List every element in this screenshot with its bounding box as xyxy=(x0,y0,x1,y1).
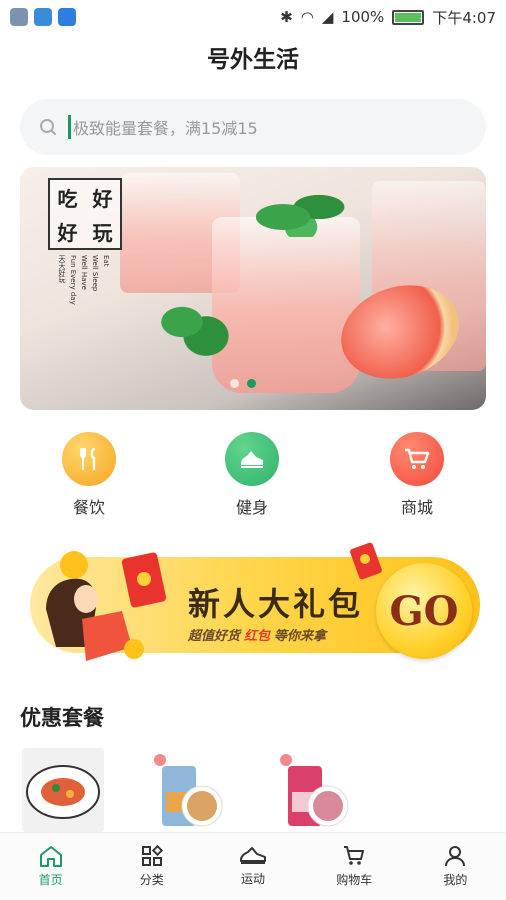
tab-home[interactable]: 首页 xyxy=(0,833,101,900)
banner-tag-subtext: Eat Well Sleep Well Have Fun Every day 天… xyxy=(56,255,111,305)
promo-banner-carousel[interactable]: 吃 好 好 玩 Eat Well Sleep Well Have Fun Eve… xyxy=(20,167,486,410)
clock: 下午4:07 xyxy=(432,8,496,27)
battery-percent: 100% xyxy=(341,8,385,26)
page-title: 号外生活 xyxy=(207,47,299,73)
promo-sub-highlight: 红包 xyxy=(244,629,271,644)
promo-sub-text: 等你来拿 xyxy=(274,629,327,644)
battery-icon xyxy=(392,9,425,25)
wifi-icon: ◠ xyxy=(300,8,314,26)
search-icon xyxy=(40,119,56,135)
tab-category[interactable]: 分类 xyxy=(101,833,202,900)
status-bar: ✱ ◠ ◢ 100% 下午4:07 xyxy=(0,0,506,34)
banner-sub-line: 天天好玩 xyxy=(58,255,66,283)
banner-sub-line: Well Sleep xyxy=(91,255,99,292)
bottom-tab-bar: 首页 分类 运动 购物车 我的 xyxy=(0,832,506,900)
banner-tag-char: 好 xyxy=(57,220,78,245)
sneaker-icon xyxy=(225,432,279,486)
category-label: 健身 xyxy=(235,498,268,517)
category-mall[interactable]: 商城 xyxy=(362,432,472,518)
category-dining[interactable]: 餐饮 xyxy=(34,432,144,518)
bluetooth-icon: ✱ xyxy=(280,8,293,26)
signal-icon: ◢ xyxy=(321,8,334,26)
search-input[interactable]: 极致能量套餐，满15减15 xyxy=(73,115,258,139)
tab-label: 购物车 xyxy=(336,873,373,887)
sneaker-icon xyxy=(240,847,266,864)
tab-cart[interactable]: 购物车 xyxy=(304,833,405,900)
mint-leaves xyxy=(150,287,230,357)
tab-label: 分类 xyxy=(139,873,164,887)
category-label: 商城 xyxy=(400,498,433,517)
mint-leaves xyxy=(256,187,346,237)
cart-icon xyxy=(390,432,444,486)
promo-sub-text: 超值好货 xyxy=(188,629,241,644)
snack-bag-image xyxy=(154,754,223,827)
tab-label: 我的 xyxy=(443,873,468,887)
app-notification-icon xyxy=(34,8,52,26)
home-icon xyxy=(39,846,62,867)
promo-subtitle: 超值好货 红包 等你来拿 xyxy=(188,625,326,644)
tab-profile[interactable]: 我的 xyxy=(405,833,506,900)
banner-sub-line: Well Have xyxy=(80,255,88,290)
category-fitness[interactable]: 健身 xyxy=(197,432,307,518)
banner-sub-line: Fun Every day xyxy=(69,255,77,305)
notification-icons xyxy=(10,8,76,26)
banner-tag-char: 好 xyxy=(92,186,113,211)
app-notification-icon xyxy=(10,8,28,26)
lady-with-red-envelope-illustration xyxy=(46,551,167,661)
section-title: 优惠套餐 xyxy=(20,706,104,730)
fork-knife-icon xyxy=(62,432,116,486)
banner-tag-box: 吃 好 好 玩 xyxy=(48,178,122,250)
banner-sub-line: Eat xyxy=(102,255,110,267)
pasta-plate-image xyxy=(26,765,100,819)
product-card[interactable] xyxy=(22,748,104,832)
carousel-dot-active[interactable] xyxy=(247,379,256,388)
banner-tag-char: 吃 xyxy=(57,186,78,211)
banner-tag-char: 玩 xyxy=(92,220,113,245)
category-icon xyxy=(141,845,163,866)
go-label: GO xyxy=(389,587,459,635)
text-cursor xyxy=(68,115,71,139)
banner-drink-glass xyxy=(212,217,360,393)
product-card[interactable] xyxy=(276,748,358,832)
category-label: 餐饮 xyxy=(72,498,105,517)
snack-bag-image xyxy=(280,754,349,827)
product-card[interactable] xyxy=(150,748,232,832)
carousel-indicator[interactable] xyxy=(230,379,256,388)
tab-label: 运动 xyxy=(241,872,266,886)
carousel-dot[interactable] xyxy=(230,379,239,388)
cart-icon xyxy=(344,846,365,865)
person-icon xyxy=(445,846,466,867)
red-envelope-icon xyxy=(350,542,382,580)
search-bar[interactable]: 极致能量套餐，满15减15 xyxy=(20,99,486,155)
app-notification-icon xyxy=(58,8,76,26)
go-button[interactable]: GO xyxy=(376,563,472,659)
new-user-gift-banner[interactable]: 新人大礼包 超值好货 红包 等你来拿 GO xyxy=(20,537,486,667)
tab-label: 首页 xyxy=(38,873,63,887)
tab-sport[interactable]: 运动 xyxy=(202,833,303,900)
promo-title: 新人大礼包 xyxy=(188,585,364,623)
